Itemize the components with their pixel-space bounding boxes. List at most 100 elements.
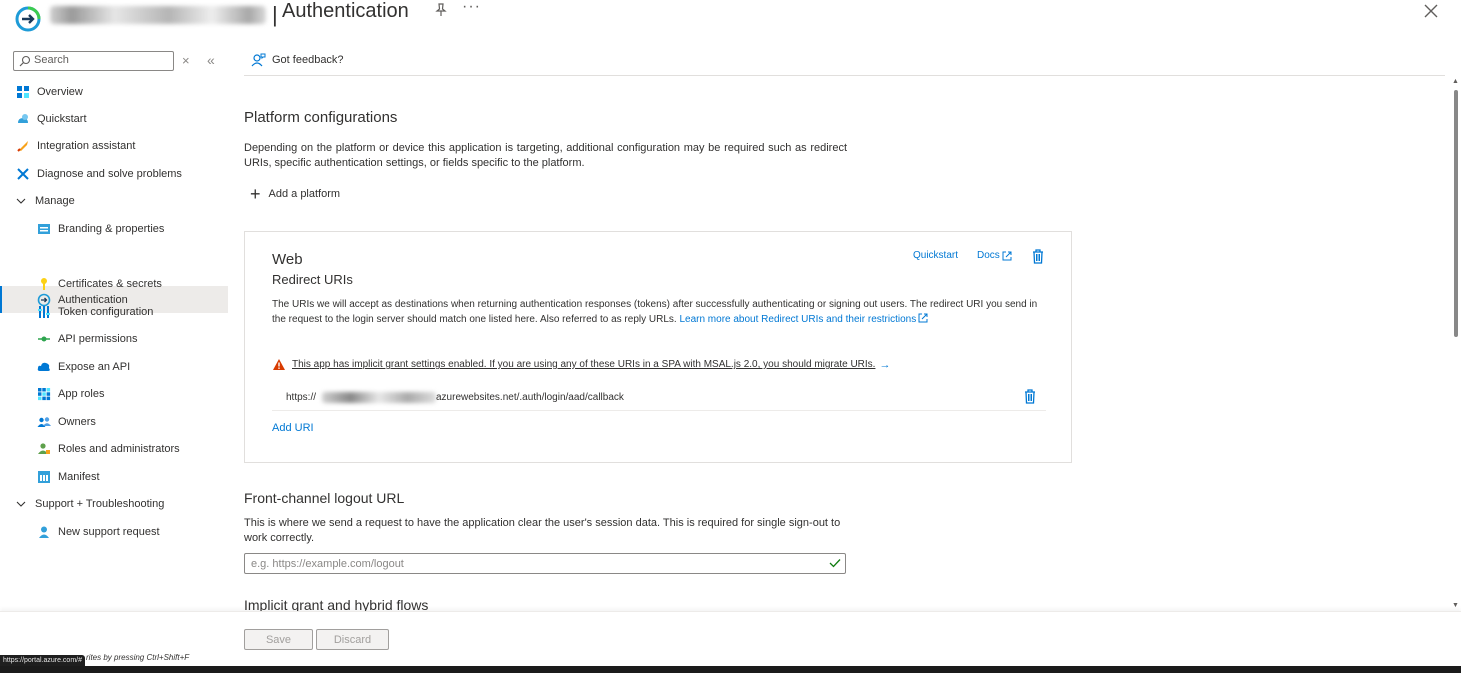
front-channel-logout-description: This is where we send a request to have … — [244, 517, 841, 544]
add-platform-label: Add a platform — [268, 188, 341, 200]
docs-label: Docs — [977, 250, 1000, 261]
redirect-uris-description: The URIs we will accept as destinations … — [272, 297, 1042, 327]
logout-url-field[interactable] — [244, 553, 846, 574]
sidebar: Search × « Overview Quickstart Integrati… — [0, 44, 228, 624]
sidebar-item-expose-api[interactable]: Expose an API — [37, 353, 228, 380]
add-platform-button[interactable]: + Add a platform — [250, 184, 341, 204]
redirect-uri-suffix: azurewebsites.net/.auth/login/aad/callba… — [436, 392, 624, 403]
sidebar-group-manage[interactable]: Manage — [16, 187, 228, 214]
redacted-app-name — [50, 6, 266, 24]
sidebar-item-branding[interactable]: Branding & properties — [37, 215, 228, 242]
external-link-icon — [918, 313, 928, 323]
learn-more-label: Learn more about Redirect URIs and their… — [679, 314, 917, 325]
chevron-down-icon — [16, 198, 26, 204]
discard-button[interactable]: Discard — [316, 629, 389, 650]
feedback-icon — [251, 53, 266, 67]
sidebar-item-api-permissions[interactable]: API permissions — [37, 325, 228, 352]
sidebar-item-app-roles[interactable]: App roles — [37, 380, 228, 407]
sidebar-item-label: Support + Troubleshooting — [35, 497, 165, 510]
sidebar-item-label: API permissions — [58, 332, 138, 345]
sidebar-item-label: Owners — [58, 415, 96, 428]
sidebar-item-token-configuration[interactable]: Token configuration — [37, 298, 228, 325]
sidebar-item-label: Manage — [35, 194, 75, 207]
sidebar-item-quickstart[interactable]: Quickstart — [16, 105, 228, 132]
sidebar-item-label: Quickstart — [37, 112, 87, 125]
sidebar-item-overview[interactable]: Overview — [16, 78, 228, 105]
web-platform-title: Web — [272, 251, 303, 268]
sidebar-item-owners[interactable]: Owners — [37, 408, 228, 435]
close-icon[interactable] — [1422, 2, 1440, 20]
save-button[interactable]: Save — [244, 629, 313, 650]
branding-icon — [38, 223, 50, 234]
sidebar-item-label: Diagnose and solve problems — [37, 167, 182, 180]
delete-uri-icon[interactable] — [1023, 389, 1037, 404]
action-footer: Save Discard — [0, 611, 1461, 666]
scroll-up-icon[interactable]: ▲ — [1452, 78, 1459, 85]
sidebar-item-manifest[interactable]: Manifest — [37, 463, 228, 490]
delete-platform-icon[interactable] — [1031, 249, 1045, 264]
learn-more-redirect-link[interactable]: Learn more about Redirect URIs and their… — [679, 313, 928, 325]
support-icon — [39, 526, 49, 538]
pin-icon[interactable] — [433, 2, 449, 18]
redirect-uri-row[interactable]: https:// azurewebsites.net/.auth/login/a… — [272, 383, 1046, 411]
platform-configurations-description: Depending on the platform or device this… — [244, 142, 847, 169]
sidebar-item-new-support-request[interactable]: New support request — [37, 518, 228, 545]
web-platform-card: Web Redirect URIs Quickstart Docs The UR… — [244, 231, 1072, 463]
sidebar-item-roles-administrators[interactable]: Roles and administrators — [37, 435, 228, 462]
implicit-grant-warning[interactable]: This app has implicit grant settings ena… — [272, 358, 890, 371]
sidebar-group-support[interactable]: Support + Troubleshooting — [16, 490, 228, 517]
wrench-icon — [17, 167, 29, 180]
sidebar-item-label: App roles — [58, 387, 105, 400]
app-registration-icon — [15, 6, 41, 32]
collapse-sidebar-icon[interactable]: « — [207, 52, 215, 68]
plus-icon: + — [250, 184, 261, 204]
clear-search-icon[interactable]: × — [182, 53, 190, 68]
logout-url-input[interactable] — [251, 556, 821, 571]
sidebar-item-integration-assistant[interactable]: Integration assistant — [16, 132, 228, 159]
scroll-thumb[interactable] — [1454, 90, 1458, 337]
sidebar-item-label: Roles and administrators — [58, 442, 180, 455]
feedback-label: Got feedback? — [272, 54, 344, 66]
overview-icon — [17, 85, 29, 98]
quickstart-link[interactable]: Quickstart — [913, 250, 958, 261]
front-channel-logout-heading: Front-channel logout URL — [244, 490, 405, 506]
add-uri-link[interactable]: Add URI — [272, 422, 314, 434]
external-link-icon — [1002, 251, 1012, 260]
redirect-uri-prefix: https:// — [286, 392, 317, 403]
arrow-right-icon: → — [879, 358, 891, 371]
roles-icon — [38, 442, 50, 454]
docs-link[interactable]: Docs — [977, 250, 1012, 261]
taskbar-edge — [0, 666, 1461, 673]
sidebar-item-label: Integration assistant — [37, 139, 136, 152]
title-separator: | — [272, 2, 278, 27]
app-roles-icon — [38, 387, 51, 400]
feedback-button[interactable]: Got feedback? — [250, 52, 344, 68]
search-placeholder: Search — [34, 54, 69, 66]
sidebar-search[interactable]: Search — [13, 51, 174, 71]
key-icon — [41, 277, 47, 290]
scroll-down-icon[interactable]: ▼ — [1452, 602, 1459, 609]
search-icon — [19, 55, 31, 67]
sidebar-item-label: Certificates & secrets — [58, 277, 162, 290]
page-title: Authentication — [282, 0, 409, 22]
api-permissions-icon — [38, 336, 50, 341]
sidebar-item-label: Branding & properties — [58, 222, 165, 235]
warning-text: This app has implicit grant settings ena… — [292, 359, 876, 370]
check-icon — [829, 559, 841, 568]
sidebar-item-label: Token configuration — [58, 305, 154, 318]
redacted-uri-host — [322, 392, 436, 403]
owners-icon — [37, 416, 51, 427]
main-scrollbar[interactable]: ▲ ▼ — [1450, 76, 1461, 609]
sidebar-item-certificates[interactable]: Certificates & secrets — [37, 270, 228, 297]
redirect-uris-heading: Redirect URIs — [272, 272, 353, 287]
sidebar-item-label: Expose an API — [58, 360, 131, 373]
platform-configurations-heading: Platform configurations — [244, 109, 398, 126]
token-icon — [38, 305, 50, 318]
more-options-icon[interactable]: ··· — [462, 0, 481, 16]
sidebar-item-diagnose[interactable]: Diagnose and solve problems — [16, 160, 228, 187]
title-bar: | Authentication ··· — [0, 0, 1461, 40]
manifest-icon — [38, 470, 50, 483]
cloud-icon — [37, 362, 50, 371]
quickstart-icon — [18, 113, 28, 123]
command-bar-divider — [244, 75, 1445, 76]
